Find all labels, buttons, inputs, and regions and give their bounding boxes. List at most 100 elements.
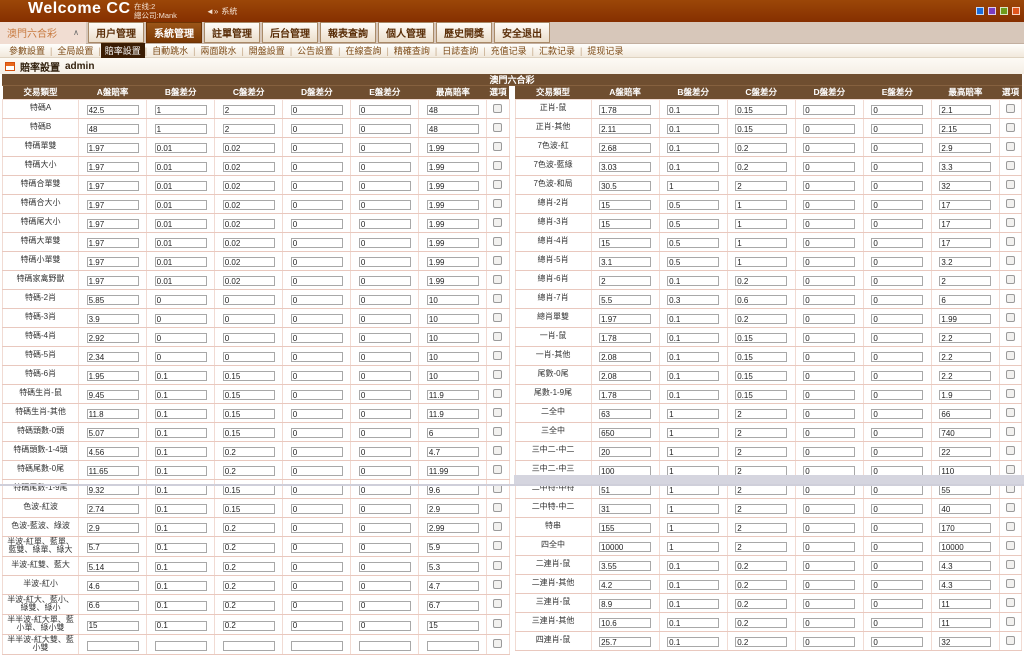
rate-input[interactable] (87, 295, 139, 305)
row-select-checkbox[interactable] (493, 541, 502, 550)
rate-input[interactable] (359, 105, 411, 115)
sub-tab[interactable]: 賠率設置 (101, 43, 145, 58)
rate-input[interactable] (667, 485, 719, 495)
rate-input[interactable] (427, 543, 479, 553)
row-select-checkbox[interactable] (1006, 180, 1015, 189)
rate-input[interactable] (155, 333, 207, 343)
rate-input[interactable] (803, 352, 855, 362)
rate-input[interactable] (87, 466, 139, 476)
rate-input[interactable] (667, 447, 719, 457)
row-select-checkbox[interactable] (1006, 522, 1015, 531)
rate-input[interactable] (599, 314, 651, 324)
rate-input[interactable] (291, 409, 343, 419)
rate-input[interactable] (803, 181, 855, 191)
rate-input[interactable] (87, 105, 139, 115)
lottery-select[interactable]: 澳門六合彩 ∧ (0, 22, 86, 44)
rate-input[interactable] (939, 409, 991, 419)
rate-input[interactable] (735, 105, 787, 115)
rate-input[interactable] (803, 333, 855, 343)
rate-input[interactable] (667, 333, 719, 343)
row-select-checkbox[interactable] (1006, 161, 1015, 170)
row-select-checkbox[interactable] (493, 370, 502, 379)
rate-input[interactable] (939, 428, 991, 438)
rate-input[interactable] (939, 295, 991, 305)
rate-input[interactable] (359, 352, 411, 362)
row-select-checkbox[interactable] (493, 389, 502, 398)
rate-input[interactable] (223, 428, 275, 438)
row-select-checkbox[interactable] (1006, 294, 1015, 303)
rate-input[interactable] (87, 238, 139, 248)
rate-input[interactable] (427, 504, 479, 514)
rate-input[interactable] (803, 618, 855, 628)
rate-input[interactable] (87, 124, 139, 134)
rate-input[interactable] (599, 143, 651, 153)
rate-input[interactable] (599, 295, 651, 305)
rate-input[interactable] (223, 543, 275, 553)
rate-input[interactable] (735, 485, 787, 495)
row-select-checkbox[interactable] (493, 580, 502, 589)
rate-input[interactable] (223, 238, 275, 248)
rate-input[interactable] (667, 599, 719, 609)
rate-input[interactable] (735, 352, 787, 362)
rate-input[interactable] (803, 219, 855, 229)
rate-input[interactable] (939, 637, 991, 647)
sub-tab[interactable]: 提现记录 (582, 44, 628, 57)
rate-input[interactable] (223, 333, 275, 343)
rate-input[interactable] (939, 580, 991, 590)
rate-input[interactable] (667, 352, 719, 362)
rate-input[interactable] (871, 599, 923, 609)
rate-input[interactable] (735, 200, 787, 210)
rate-input[interactable] (155, 641, 207, 651)
rate-input[interactable] (599, 257, 651, 267)
rate-input[interactable] (803, 599, 855, 609)
rate-input[interactable] (359, 371, 411, 381)
rate-input[interactable] (667, 105, 719, 115)
rate-input[interactable] (87, 409, 139, 419)
rate-input[interactable] (359, 181, 411, 191)
rate-input[interactable] (359, 333, 411, 343)
rate-input[interactable] (735, 314, 787, 324)
rate-input[interactable] (667, 390, 719, 400)
rate-input[interactable] (871, 523, 923, 533)
sub-tab[interactable]: 自動跳水 (147, 44, 193, 57)
rate-input[interactable] (939, 618, 991, 628)
rate-input[interactable] (155, 390, 207, 400)
row-select-checkbox[interactable] (493, 351, 502, 360)
row-select-checkbox[interactable] (493, 639, 502, 648)
rate-input[interactable] (803, 257, 855, 267)
rate-input[interactable] (871, 618, 923, 628)
rate-input[interactable] (939, 314, 991, 324)
row-select-checkbox[interactable] (1006, 408, 1015, 417)
sub-tab[interactable]: 汇款记录 (534, 44, 580, 57)
rate-input[interactable] (803, 238, 855, 248)
row-select-checkbox[interactable] (1006, 256, 1015, 265)
rate-input[interactable] (155, 447, 207, 457)
rate-input[interactable] (803, 561, 855, 571)
rate-input[interactable] (735, 143, 787, 153)
rate-input[interactable] (803, 390, 855, 400)
row-select-checkbox[interactable] (1006, 237, 1015, 246)
rate-input[interactable] (735, 561, 787, 571)
rate-input[interactable] (735, 504, 787, 514)
rate-input[interactable] (939, 181, 991, 191)
rate-input[interactable] (667, 162, 719, 172)
rate-input[interactable] (667, 542, 719, 552)
rate-input[interactable] (427, 466, 479, 476)
rate-input[interactable] (427, 352, 479, 362)
rate-input[interactable] (939, 599, 991, 609)
rate-input[interactable] (667, 124, 719, 134)
rate-input[interactable] (871, 561, 923, 571)
rate-input[interactable] (871, 257, 923, 267)
rate-input[interactable] (599, 485, 651, 495)
rate-input[interactable] (87, 314, 139, 324)
rate-input[interactable] (223, 257, 275, 267)
row-select-checkbox[interactable] (1006, 218, 1015, 227)
rate-input[interactable] (735, 295, 787, 305)
main-tab[interactable]: 報表查詢 (320, 22, 376, 43)
rate-input[interactable] (87, 562, 139, 572)
rate-input[interactable] (871, 162, 923, 172)
rate-input[interactable] (939, 257, 991, 267)
rate-input[interactable] (667, 580, 719, 590)
rate-input[interactable] (155, 523, 207, 533)
row-select-checkbox[interactable] (493, 275, 502, 284)
